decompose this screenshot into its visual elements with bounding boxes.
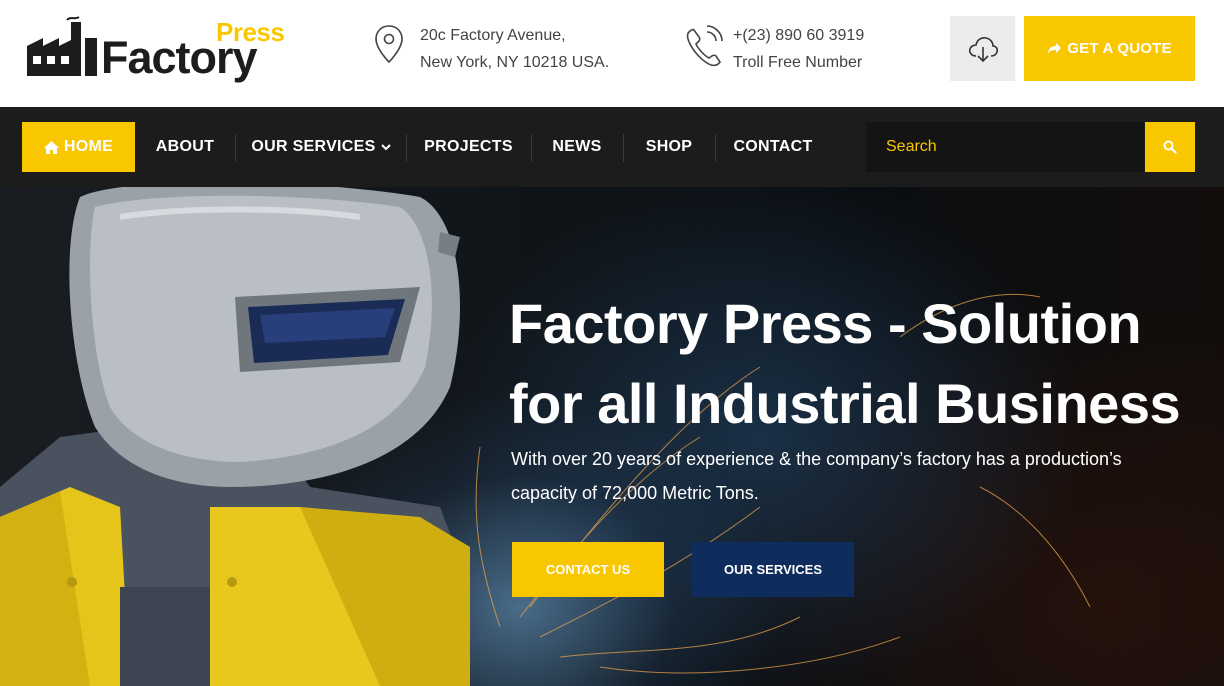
hero-title: Factory Press - Solution for all Industr… [509, 284, 1219, 444]
hero-title-line1: Factory Press - Solution [509, 292, 1142, 355]
nav-item-label: HOME [63, 138, 114, 155]
main-nav: HOME ABOUT OUR SERVICES PROJECTS NEWS SH… [0, 107, 1224, 187]
nav-item-contact[interactable]: CONTACT [716, 122, 830, 172]
home-icon [43, 140, 59, 154]
nav-item-label: NEWS [552, 138, 602, 155]
nav-item-home[interactable]: HOME [22, 122, 135, 172]
contact-us-button[interactable]: CONTACT US [512, 542, 664, 597]
cloud-download-icon [968, 36, 998, 62]
phone-icon [686, 25, 723, 67]
get-quote-label: GET A QUOTE [1067, 40, 1172, 57]
logo[interactable]: Press Factory [25, 16, 285, 86]
get-quote-button[interactable]: GET A QUOTE [1024, 16, 1195, 81]
nav-item-label: PROJECTS [424, 138, 513, 155]
search-icon [1163, 140, 1177, 154]
header-address: 20c Factory Avenue, New York, NY 10218 U… [370, 22, 609, 76]
search-input[interactable] [866, 122, 1144, 172]
nav-item-our-services[interactable]: OUR SERVICES [236, 122, 406, 172]
chevron-down-icon [380, 143, 391, 150]
nav-item-shop[interactable]: SHOP [624, 122, 714, 172]
logo-factory-text: Factory [101, 32, 258, 83]
nav-item-about[interactable]: ABOUT [135, 122, 235, 172]
nav-item-projects[interactable]: PROJECTS [407, 122, 530, 172]
nav-item-label: OUR SERVICES [251, 138, 376, 155]
hero-subtitle-line2: capacity of 72,000 Metric Tons. [511, 483, 759, 503]
address-line2: New York, NY 10218 USA. [420, 54, 610, 71]
hero-subtitle-line1: With over 20 years of experience & the c… [511, 449, 1122, 469]
top-header: Press Factory 20c Factory Avenue, New Yo… [0, 0, 1224, 107]
nav-item-news[interactable]: NEWS [532, 122, 622, 172]
nav-item-label: ABOUT [155, 138, 215, 155]
phone-number[interactable]: +(23) 890 60 3919 [733, 22, 864, 49]
header-phone: +(23) 890 60 3919 Troll Free Number [683, 22, 864, 76]
hero-subtitle: With over 20 years of experience & the c… [511, 442, 1151, 510]
our-services-button[interactable]: OUR SERVICES [692, 542, 854, 597]
search-button[interactable] [1145, 122, 1195, 172]
download-button[interactable] [950, 16, 1015, 81]
hero-title-line2: for all Industrial Business [509, 372, 1181, 435]
hero-banner: Factory Press - Solution for all Industr… [0, 187, 1224, 686]
address-line1: 20c Factory Avenue, [420, 27, 566, 44]
nav-item-label: SHOP [645, 138, 693, 155]
phone-caption: Troll Free Number [733, 54, 863, 71]
factory-logo-icon [27, 16, 97, 76]
nav-item-label: CONTACT [733, 138, 813, 155]
map-pin-icon [375, 25, 403, 64]
share-arrow-icon [1048, 43, 1062, 54]
